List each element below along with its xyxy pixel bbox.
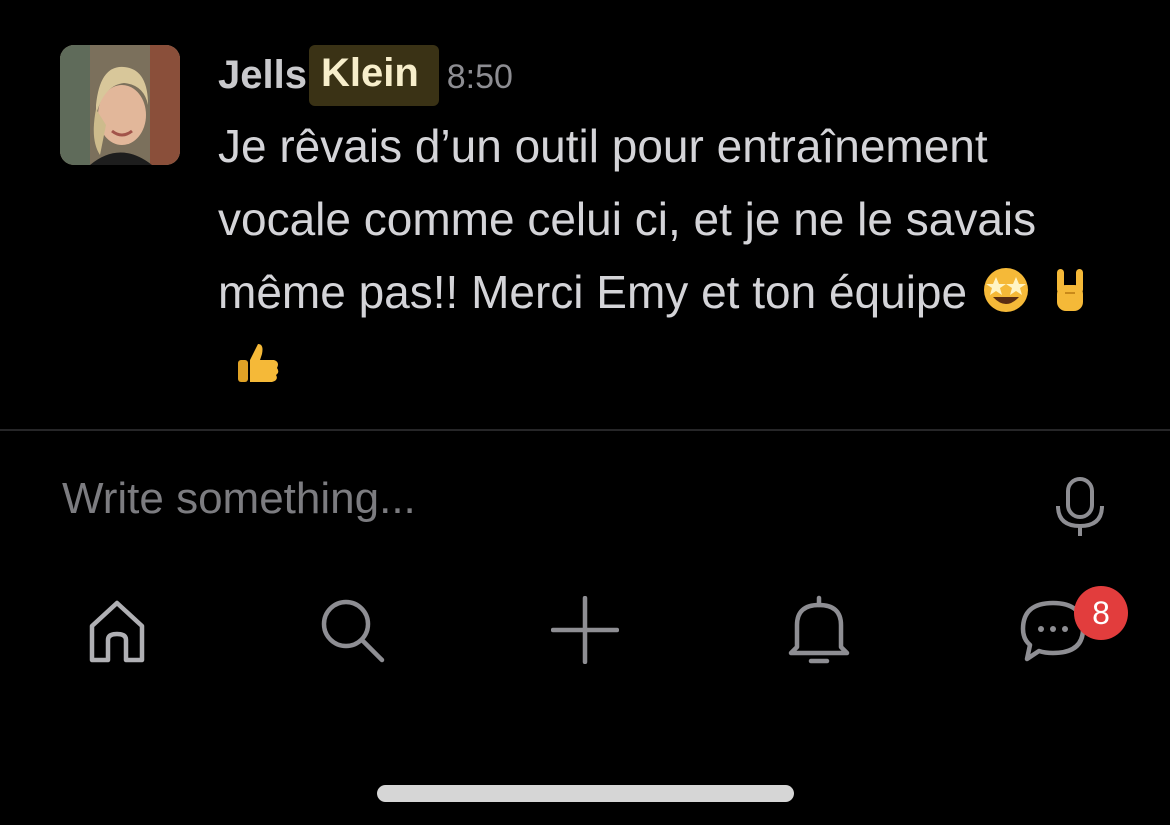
- thumbs-up-emoji: [238, 343, 279, 382]
- author-name[interactable]: Jells Klein: [218, 44, 439, 106]
- tab-notifications[interactable]: [779, 590, 859, 670]
- message-text: Je rêvais d’un outil pour entraînement v…: [218, 120, 1037, 318]
- home-icon: [89, 600, 145, 663]
- avatar-photo: [60, 45, 180, 165]
- divider: [0, 429, 1170, 431]
- tab-create[interactable]: [545, 590, 625, 670]
- bell-icon: [788, 595, 850, 664]
- message-timestamp: 8:50: [446, 57, 513, 96]
- search-icon: [321, 599, 385, 663]
- avatar[interactable]: [60, 45, 180, 165]
- tab-home[interactable]: [77, 590, 157, 670]
- rock-on-hand-emoji: [1057, 268, 1084, 311]
- tab-bar: [0, 580, 1170, 690]
- author-first-name: Jells: [218, 52, 307, 97]
- author-last-name-highlight: Klein: [308, 44, 439, 106]
- unread-messages-badge: 8: [1074, 586, 1128, 640]
- star-struck-emoji: [984, 267, 1029, 312]
- message-header: Jells Klein 8:50: [218, 44, 513, 106]
- plus-icon: [551, 596, 619, 664]
- home-indicator[interactable]: [377, 785, 794, 802]
- tab-search[interactable]: [312, 590, 392, 670]
- message-item: Jells Klein 8:50 Je rêvais d’un outil po…: [0, 0, 1170, 430]
- microphone-icon[interactable]: [1052, 476, 1108, 538]
- message-body: Je rêvais d’un outil pour entraînement v…: [218, 110, 1118, 402]
- message-input[interactable]: [62, 474, 962, 524]
- message-composer: [0, 432, 1170, 572]
